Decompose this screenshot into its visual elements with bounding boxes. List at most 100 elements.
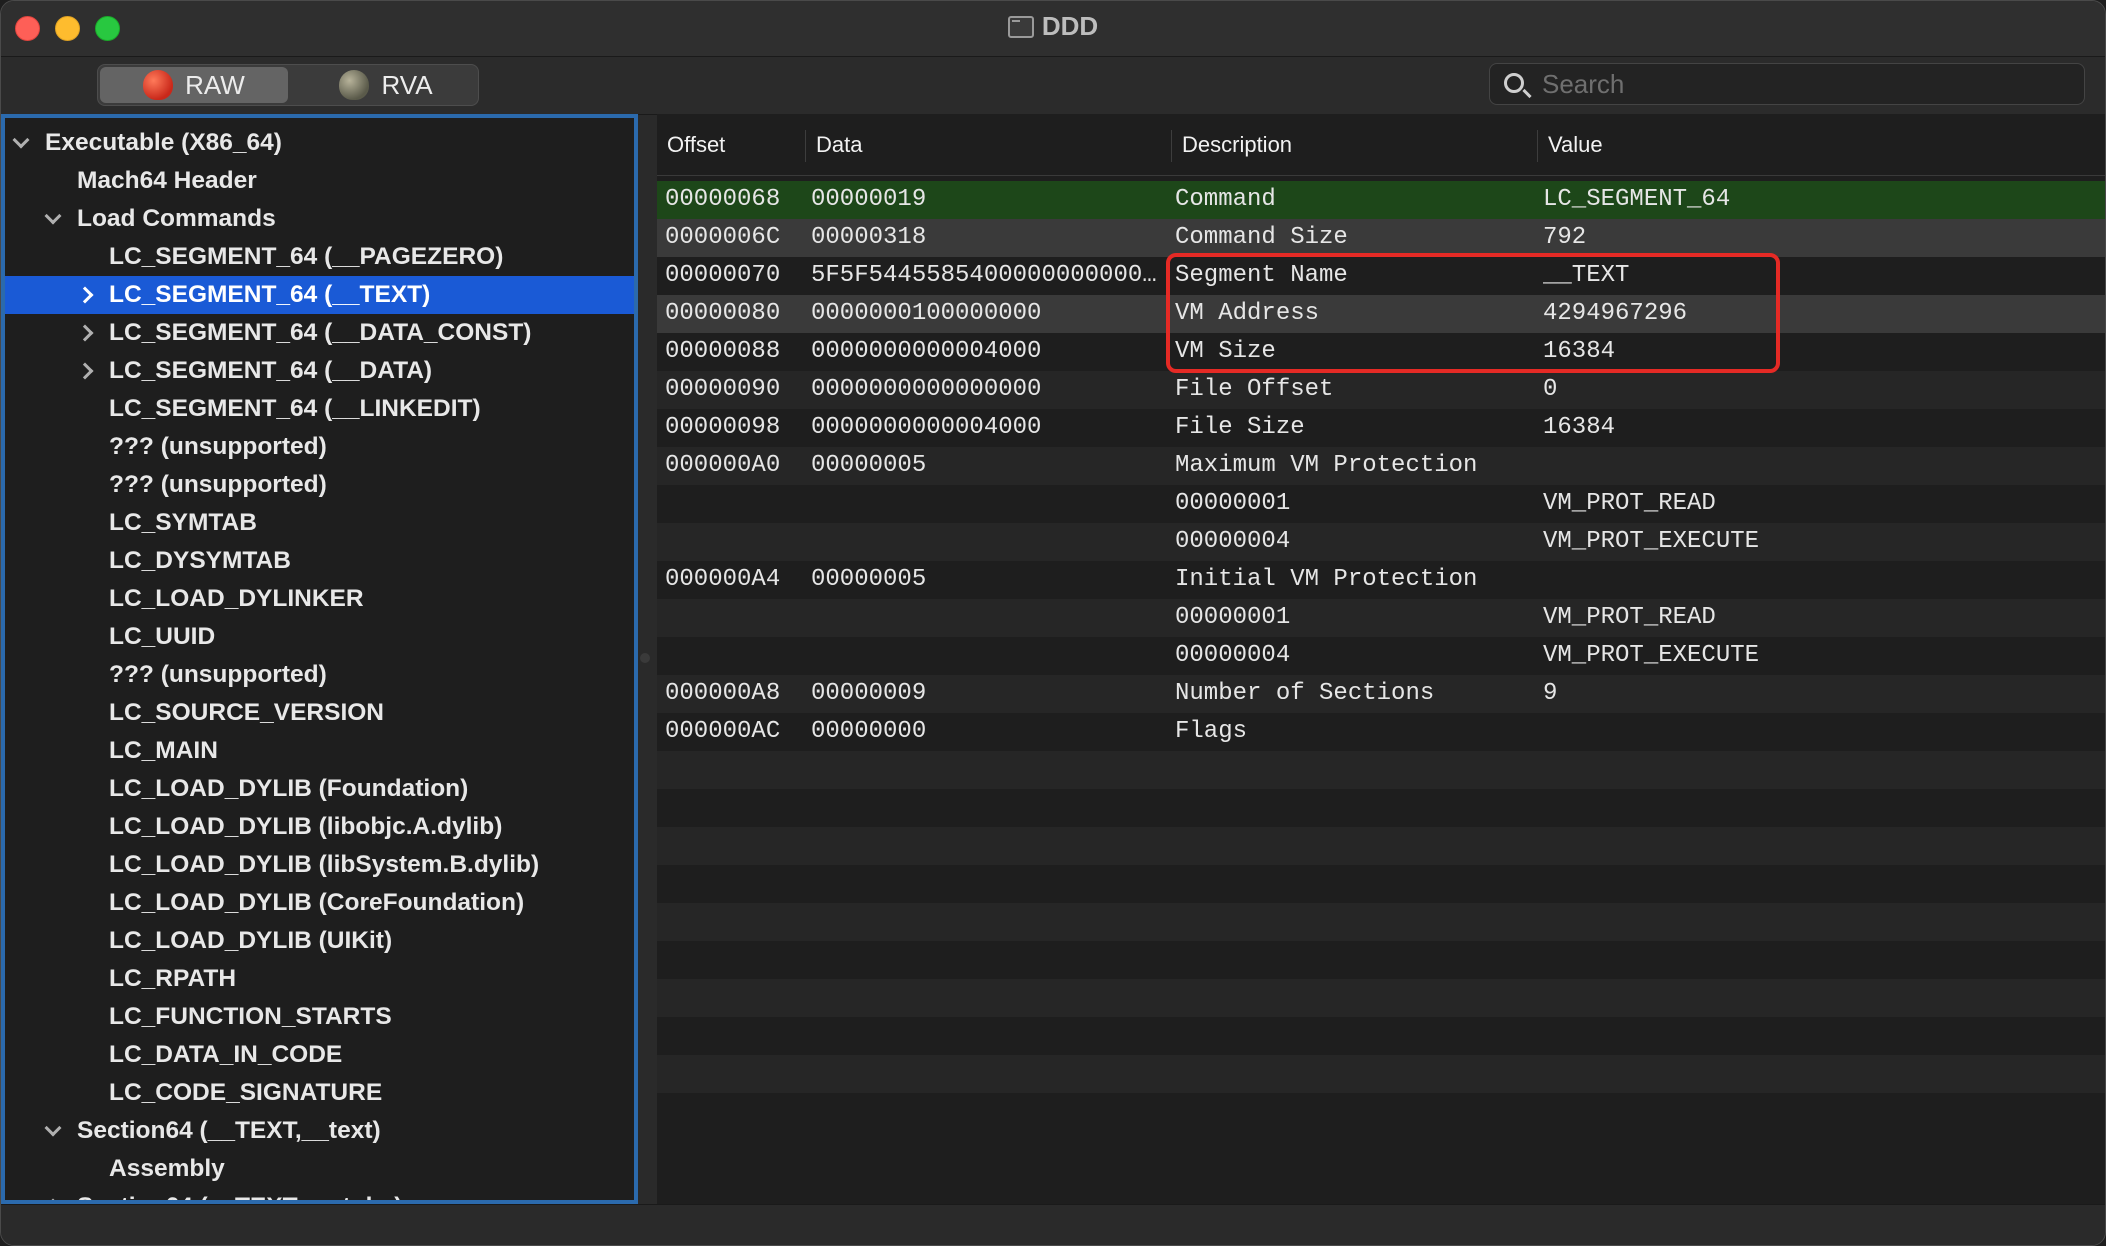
app-window: DDD RAW RVA Executable (X86_64) Mach64 He… (0, 0, 2106, 1246)
tree-item[interactable]: LC_SEGMENT_64 (__DATA_CONST) (5, 314, 634, 352)
tree-item[interactable]: LC_LOAD_DYLIB (CoreFoundation) (5, 884, 634, 922)
tree-item[interactable]: LC_DATA_IN_CODE (5, 1036, 634, 1074)
table-row[interactable]: 000000AC 00000000 Flags (657, 713, 2105, 751)
tree-item-label: LC_MAIN (109, 737, 218, 764)
tree-item[interactable]: LC_LOAD_DYLIB (libobjc.A.dylib) (5, 808, 634, 846)
tree-item[interactable]: LC_LOAD_DYLIB (UIKit) (5, 922, 634, 960)
cell-description: Flags (1175, 718, 1248, 745)
cell-data: 00000318 (811, 224, 927, 251)
tree-item[interactable]: LC_LOAD_DYLIB (Foundation) (5, 770, 634, 808)
tree-item[interactable]: LC_SEGMENT_64 (__DATA) (5, 352, 634, 390)
tree-item[interactable]: Load Commands (5, 200, 634, 238)
tree-item-label: LC_LOAD_DYLIB (UIKit) (109, 927, 393, 954)
window-title: DDD (1041, 11, 1099, 41)
tree-item-label: LC_LOAD_DYLINKER (109, 585, 364, 612)
rva-mode-button[interactable]: RVA (292, 67, 480, 103)
tree-item[interactable]: LC_SEGMENT_64 (__TEXT) (5, 276, 634, 314)
tree-item[interactable]: LC_MAIN (5, 732, 634, 770)
tree-item[interactable]: LC_SOURCE_VERSION (5, 694, 634, 732)
terminal-icon (1007, 16, 1034, 38)
cell-value: 0 (1543, 376, 1558, 403)
empty-row (657, 1017, 2105, 1055)
cell-data: 5F5F5445585400000000000000000000 (811, 262, 1166, 289)
cell-description: Command Size (1175, 224, 1348, 251)
tree-item[interactable]: Executable (X86_64) (5, 124, 634, 162)
raw-mode-button[interactable]: RAW (100, 67, 288, 103)
cell-description: Number of Sections (1175, 680, 1435, 707)
search-input[interactable] (1542, 64, 2062, 104)
table-row[interactable]: 00000004 VM_PROT_EXECUTE (657, 637, 2105, 675)
split-view-divider-handle[interactable] (640, 653, 650, 663)
tree-item[interactable]: Section64 (__TEXT,__text) (5, 1112, 634, 1150)
table-row[interactable]: 00000001 VM_PROT_READ (657, 599, 2105, 637)
title-bar: DDD (1, 1, 2105, 57)
cell-offset: 00000088 (665, 338, 781, 365)
column-header-offset[interactable]: Offset (657, 130, 805, 162)
tree-item-label: LC_UUID (109, 623, 216, 650)
tree-item[interactable]: Section64 (__TEXT,__stubs) (5, 1188, 634, 1200)
tree-item[interactable]: ??? (unsupported) (5, 428, 634, 466)
tree-item-label: Assembly (109, 1155, 225, 1182)
tree-item-label: Load Commands (77, 205, 276, 232)
table-row[interactable]: 00000001 VM_PROT_READ (657, 485, 2105, 523)
tree-item-label: LC_LOAD_DYLIB (libSystem.B.dylib) (109, 851, 540, 878)
disclosure-expanded-icon[interactable] (44, 207, 62, 225)
cell-description: File Offset (1175, 376, 1334, 403)
tree-item[interactable]: LC_FUNCTION_STARTS (5, 998, 634, 1036)
table-row[interactable]: 00000090 0000000000000000 File Offset 0 (657, 371, 2105, 409)
tree-item[interactable]: LC_SYMTAB (5, 504, 634, 542)
cell-offset: 00000090 (665, 376, 781, 403)
column-header-description[interactable]: Description (1171, 130, 1537, 162)
disclosure-expanded-icon[interactable] (12, 131, 30, 149)
cell-offset: 000000AC (665, 718, 781, 745)
tree-item[interactable]: LC_LOAD_DYLINKER (5, 580, 634, 618)
cell-value: VM_PROT_EXECUTE (1543, 528, 1760, 555)
tree-item[interactable]: LC_LOAD_DYLIB (libSystem.B.dylib) (5, 846, 634, 884)
tree-item[interactable]: Mach64 Header (5, 162, 634, 200)
table-row[interactable]: 0000006C 00000318 Command Size 792 (657, 219, 2105, 257)
cell-offset: 00000070 (665, 262, 781, 289)
tree-item[interactable]: ??? (unsupported) (5, 656, 634, 694)
cell-value: VM_PROT_EXECUTE (1543, 642, 1760, 669)
disclosure-collapsed-icon[interactable] (76, 324, 94, 342)
table-row[interactable]: 000000A0 00000005 Maximum VM Protection (657, 447, 2105, 485)
window-title-wrap: DDD (1, 11, 2105, 42)
cell-description: 00000004 (1175, 642, 1291, 669)
tree-item[interactable]: LC_DYSYMTAB (5, 542, 634, 580)
table-row[interactable]: 000000A8 00000009 Number of Sections 9 (657, 675, 2105, 713)
empty-row (657, 941, 2105, 979)
tree-item[interactable]: LC_UUID (5, 618, 634, 656)
load-commands-tree[interactable]: Executable (X86_64) Mach64 Header Load Com… (1, 114, 638, 1204)
tree-item-label: ??? (unsupported) (109, 471, 327, 498)
table-row[interactable]: 00000068 00000019 Command LC_SEGMENT_64 (657, 181, 2105, 219)
empty-row (657, 865, 2105, 903)
table-row[interactable]: 00000098 0000000000004000 File Size 16384 (657, 409, 2105, 447)
column-header-value[interactable]: Value (1537, 130, 2097, 162)
search-box[interactable] (1489, 63, 2085, 105)
tree-item[interactable]: LC_RPATH (5, 960, 634, 998)
cell-description: File Size (1175, 414, 1305, 441)
tree-item-label: ??? (unsupported) (109, 433, 327, 460)
tree-item[interactable]: LC_SEGMENT_64 (__LINKEDIT) (5, 390, 634, 428)
table-row[interactable]: 000000A4 00000005 Initial VM Protection (657, 561, 2105, 599)
table-row[interactable]: 00000004 VM_PROT_EXECUTE (657, 523, 2105, 561)
tree-item-label: Mach64 Header (77, 167, 257, 194)
empty-row (657, 1055, 2105, 1093)
cell-offset: 000000A4 (665, 566, 781, 593)
column-header-data[interactable]: Data (805, 130, 1171, 162)
tree-item[interactable]: LC_SEGMENT_64 (__PAGEZERO) (5, 238, 634, 276)
tree-item[interactable]: Assembly (5, 1150, 634, 1188)
tree-item[interactable]: ??? (unsupported) (5, 466, 634, 504)
tree-item-label: LC_SYMTAB (109, 509, 257, 536)
disclosure-collapsed-icon[interactable] (76, 362, 94, 380)
tree-item-label: LC_SEGMENT_64 (__DATA_CONST) (109, 319, 532, 346)
disclosure-expanded-icon[interactable] (44, 1119, 62, 1137)
highlight-annotation-box (1166, 253, 1780, 373)
cell-data: 0000000000004000 (811, 414, 1042, 441)
tree-item-label: LC_RPATH (109, 965, 237, 992)
cell-description: 00000001 (1175, 490, 1291, 517)
tree-item-label: LC_SEGMENT_64 (__PAGEZERO) (109, 243, 504, 270)
tree-item[interactable]: LC_CODE_SIGNATURE (5, 1074, 634, 1112)
disclosure-collapsed-icon[interactable] (76, 286, 94, 304)
cell-offset: 00000068 (665, 186, 781, 213)
